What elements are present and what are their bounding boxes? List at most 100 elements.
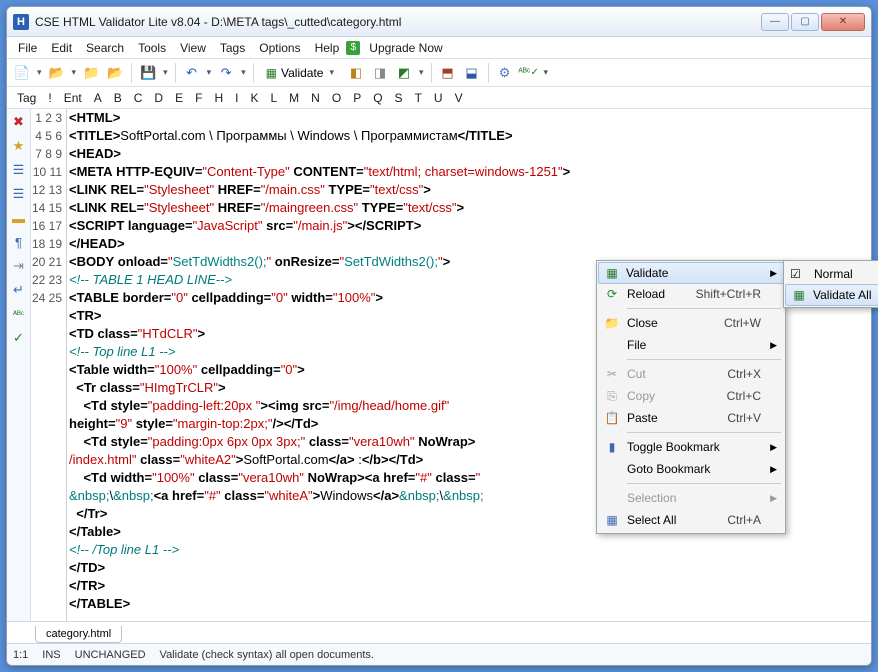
select-all-icon: ▦ [603, 513, 621, 527]
tool-icon[interactable]: ⬒ [437, 62, 459, 84]
tab-document[interactable]: category.html [35, 626, 122, 643]
ctx-reload[interactable]: ⟳ReloadShift+Ctrl+R [599, 283, 783, 305]
ctx-selection: Selection▶ [599, 487, 783, 509]
pilcrow-icon[interactable]: ¶ [10, 233, 28, 251]
close-button[interactable]: ✕ [821, 13, 865, 31]
tool-icon[interactable]: ◨ [369, 62, 391, 84]
ctx-normal[interactable]: ☑Normal [786, 263, 878, 285]
menu-tags[interactable]: Tags [213, 39, 252, 57]
context-menu: ▦ Validate▶ ☑Normal ▦Validate All ⟳Reloa… [596, 260, 786, 534]
titlebar: H CSE HTML Validator Lite v8.04 - D:\MET… [7, 7, 871, 37]
submenu-arrow-icon: ▶ [770, 268, 777, 279]
wrap-icon[interactable]: ↵ [10, 281, 28, 299]
tagbar-item[interactable]: B [110, 91, 126, 105]
ctx-select-all[interactable]: ▦Select AllCtrl+A [599, 509, 783, 531]
abc-check-icon[interactable]: ᴬᴮᶜ✓ [518, 62, 540, 84]
tagbar-item[interactable]: T [411, 91, 426, 105]
menu-help[interactable]: Help [308, 39, 347, 57]
abc-icon[interactable]: ᴬᴮᶜ [10, 305, 28, 323]
open-file-icon[interactable]: 📂 [46, 62, 68, 84]
tagbar: Tag ! Ent A B C D E F H I K L M N O P Q … [7, 87, 871, 109]
minimize-button[interactable]: — [761, 13, 789, 31]
tagbar-item[interactable]: P [349, 91, 365, 105]
tool-icon[interactable]: ⬓ [461, 62, 483, 84]
close-icon[interactable]: ✖ [10, 113, 28, 131]
dropdown-icon[interactable]: ▾ [35, 67, 44, 78]
ctx-file[interactable]: File▶ [599, 334, 783, 356]
paste-icon: 📋 [603, 411, 621, 425]
folder-open-icon[interactable]: 📂 [104, 62, 126, 84]
tagbar-item[interactable]: E [171, 91, 187, 105]
dropdown-icon[interactable]: ▾ [417, 67, 426, 78]
submenu-arrow-icon: ▶ [770, 464, 777, 475]
ctx-toggle-bookmark[interactable]: ▮Toggle Bookmark▶ [599, 436, 783, 458]
submenu-arrow-icon: ▶ [770, 493, 777, 504]
dropdown-icon[interactable]: ▾ [161, 67, 170, 78]
validate-submenu: ☑Normal ▦Validate All [783, 260, 878, 308]
upgrade-icon: $ [346, 41, 360, 55]
menu-tools[interactable]: Tools [131, 39, 173, 57]
left-toolbar: ✖ ★ ☰ ☰ ▬ ¶ ⇥ ↵ ᴬᴮᶜ ✓ [7, 109, 31, 621]
redo-icon[interactable]: ↷ [215, 62, 237, 84]
tagbar-item[interactable]: Ent [60, 91, 86, 105]
status-message: Validate (check syntax) all open documen… [160, 649, 374, 661]
menu-upgrade[interactable]: Upgrade Now [362, 39, 449, 57]
toolbar-main: 📄▾ 📂▾ 📁 📂 💾▾ ↶▾ ↷▾ ▦Validate▾ ◧ ◨ ◩▾ ⬒ ⬓… [7, 59, 871, 87]
tool-icon[interactable]: ◧ [345, 62, 367, 84]
menu-view[interactable]: View [173, 39, 213, 57]
check-icon[interactable]: ✓ [10, 329, 28, 347]
validate-button[interactable]: ▦Validate▾ [259, 62, 343, 84]
menu-search[interactable]: Search [79, 39, 131, 57]
ctx-copy: ⎘CopyCtrl+C [599, 385, 783, 407]
save-icon[interactable]: 💾 [137, 62, 159, 84]
tagbar-item[interactable]: H [210, 91, 227, 105]
document-tabs: category.html [7, 621, 871, 643]
tool-icon[interactable]: ⚙ [494, 62, 516, 84]
ctx-close[interactable]: 📁CloseCtrl+W [599, 312, 783, 334]
bar-icon[interactable]: ▬ [10, 209, 28, 227]
tagbar-item[interactable]: A [90, 91, 106, 105]
tagbar-item[interactable]: Q [369, 91, 386, 105]
tagbar-item[interactable]: ! [44, 91, 55, 105]
ctx-validate-all[interactable]: ▦Validate All [785, 284, 878, 306]
tagbar-item[interactable]: C [130, 91, 147, 105]
new-file-icon[interactable]: 📄 [11, 62, 33, 84]
tagbar-item[interactable]: D [150, 91, 167, 105]
submenu-arrow-icon: ▶ [770, 442, 777, 453]
tagbar-item[interactable]: O [328, 91, 345, 105]
list-icon[interactable]: ☰ [10, 185, 28, 203]
dropdown-icon[interactable]: ▾ [542, 67, 551, 78]
tagbar-item[interactable]: M [285, 91, 303, 105]
reload-icon: ⟳ [603, 287, 621, 301]
star-icon[interactable]: ★ [10, 137, 28, 155]
ctx-paste[interactable]: 📋PasteCtrl+V [599, 407, 783, 429]
menu-options[interactable]: Options [252, 39, 307, 57]
tagbar-item[interactable]: Tag [13, 91, 40, 105]
tagbar-item[interactable]: K [246, 91, 262, 105]
tagbar-item[interactable]: F [191, 91, 206, 105]
menu-edit[interactable]: Edit [44, 39, 79, 57]
dropdown-icon[interactable]: ▾ [239, 67, 248, 78]
cut-icon: ✂ [603, 367, 621, 381]
tagbar-item[interactable]: N [307, 91, 324, 105]
maximize-button[interactable]: ▢ [791, 13, 819, 31]
check-icon: ☑ [790, 267, 801, 281]
tagbar-item[interactable]: I [231, 91, 242, 105]
status-insert: INS [42, 649, 60, 661]
list-icon[interactable]: ☰ [10, 161, 28, 179]
menu-file[interactable]: File [11, 39, 44, 57]
validate-icon: ▦ [603, 266, 621, 280]
tool-icon[interactable]: ◩ [393, 62, 415, 84]
tagbar-item[interactable]: S [391, 91, 407, 105]
window-title: CSE HTML Validator Lite v8.04 - D:\META … [35, 15, 761, 29]
tagbar-item[interactable]: L [266, 91, 281, 105]
dropdown-icon[interactable]: ▾ [205, 67, 214, 78]
tagbar-item[interactable]: U [430, 91, 447, 105]
ctx-validate[interactable]: ▦ Validate▶ ☑Normal ▦Validate All [598, 262, 784, 284]
indent-icon[interactable]: ⇥ [10, 257, 28, 275]
undo-icon[interactable]: ↶ [181, 62, 203, 84]
dropdown-icon[interactable]: ▾ [70, 67, 79, 78]
ctx-goto-bookmark[interactable]: Goto Bookmark▶ [599, 458, 783, 480]
tagbar-item[interactable]: V [451, 91, 467, 105]
folder-icon[interactable]: 📁 [80, 62, 102, 84]
